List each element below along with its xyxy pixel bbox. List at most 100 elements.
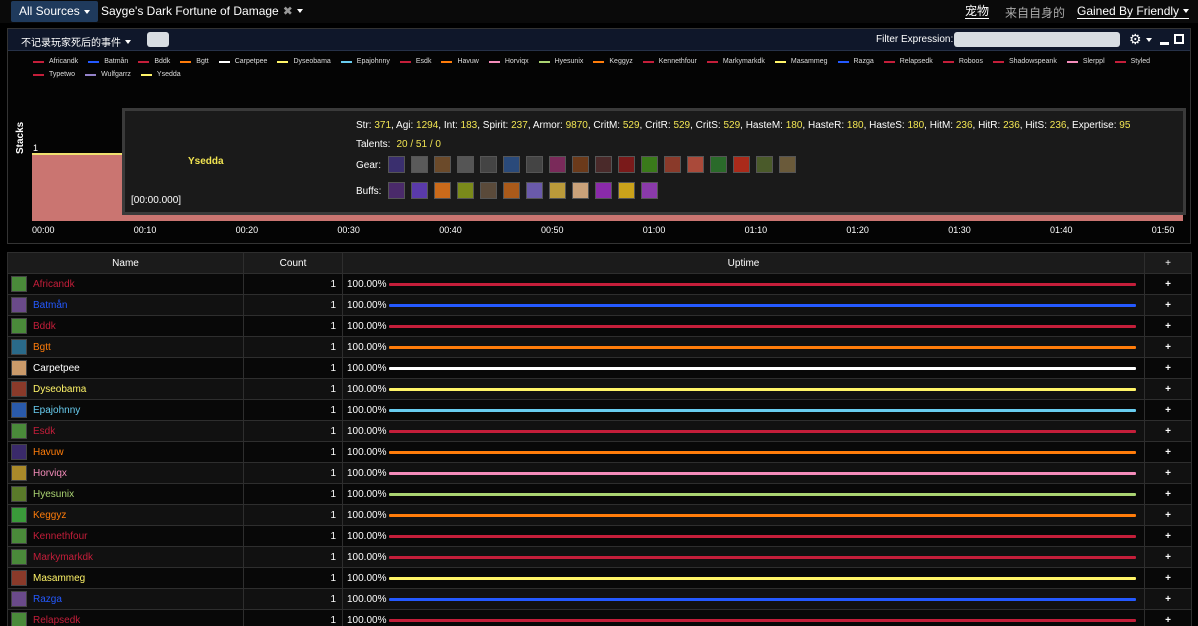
name-cell[interactable]: Markymarkdk xyxy=(7,546,244,568)
player-name[interactable]: Bddk xyxy=(33,321,56,332)
table-row[interactable]: Relapsedk 1 100.00% + xyxy=(7,609,1192,626)
name-cell[interactable]: Epajohnny xyxy=(7,399,244,421)
table-row[interactable]: Africandk 1 100.00% + xyxy=(7,273,1192,295)
legend-item[interactable]: Esdk xyxy=(399,56,431,67)
legend-item[interactable]: Masammeg xyxy=(774,56,828,67)
name-cell[interactable]: Carpetpee xyxy=(7,357,244,379)
expand-button[interactable]: + xyxy=(1144,588,1192,610)
legend-item[interactable]: Epajohnny xyxy=(340,56,390,67)
player-name[interactable]: Carpetpee xyxy=(33,363,80,374)
player-name[interactable]: Relapsedk xyxy=(33,615,80,626)
buff-icon[interactable] xyxy=(549,182,566,199)
player-name[interactable]: Keggyz xyxy=(33,510,66,521)
col-header-uptime[interactable]: Uptime xyxy=(342,252,1145,274)
player-name[interactable]: Dyseobama xyxy=(33,384,86,395)
table-row[interactable]: Dyseobama 1 100.00% + xyxy=(7,378,1192,400)
gear-item-icon[interactable] xyxy=(434,156,451,173)
gear-item-icon[interactable] xyxy=(388,156,405,173)
expand-button[interactable]: + xyxy=(1144,441,1192,463)
name-cell[interactable]: Esdk xyxy=(7,420,244,442)
player-name[interactable]: Bgtt xyxy=(33,342,51,353)
buff-icon[interactable] xyxy=(388,182,405,199)
buff-icon[interactable] xyxy=(618,182,635,199)
gear-item-icon[interactable] xyxy=(687,156,704,173)
buff-icon[interactable] xyxy=(457,182,474,199)
expand-button[interactable]: + xyxy=(1144,567,1192,589)
player-name[interactable]: Hyesunix xyxy=(33,489,74,500)
gear-item-icon[interactable] xyxy=(595,156,612,173)
gear-icon[interactable]: ⚙ xyxy=(1129,31,1142,48)
expand-button[interactable]: + xyxy=(1144,315,1192,337)
buff-icon[interactable] xyxy=(526,182,543,199)
buff-icon[interactable] xyxy=(480,182,497,199)
name-cell[interactable]: Havuw xyxy=(7,441,244,463)
col-header-count[interactable]: Count xyxy=(243,252,343,274)
player-name[interactable]: Esdk xyxy=(33,426,55,437)
name-cell[interactable]: Batmån xyxy=(7,294,244,316)
table-row[interactable]: Bgtt 1 100.00% + xyxy=(7,336,1192,358)
expand-button[interactable]: + xyxy=(1144,525,1192,547)
buff-icon[interactable] xyxy=(572,182,589,199)
buff-icon[interactable] xyxy=(595,182,612,199)
from-self-toggle[interactable]: 来自自身的 xyxy=(1005,4,1065,21)
gear-item-icon[interactable] xyxy=(710,156,727,173)
expand-button[interactable]: + xyxy=(1144,378,1192,400)
expand-button[interactable]: + xyxy=(1144,483,1192,505)
gear-item-icon[interactable] xyxy=(756,156,773,173)
death-filter-dropdown[interactable]: 不记录玩家死后的事件 xyxy=(21,34,131,49)
buff-icon[interactable] xyxy=(641,182,658,199)
expand-button[interactable]: + xyxy=(1144,609,1192,626)
legend-item[interactable]: Africandk xyxy=(33,56,78,67)
legend-item[interactable]: Styled xyxy=(1114,56,1150,67)
expand-button[interactable]: + xyxy=(1144,462,1192,484)
legend-item[interactable]: Slerppl xyxy=(1066,56,1105,67)
col-header-expand[interactable]: + xyxy=(1144,252,1192,274)
gear-item-icon[interactable] xyxy=(526,156,543,173)
buff-icon[interactable] xyxy=(411,182,428,199)
name-cell[interactable]: Razga xyxy=(7,588,244,610)
gained-by-dropdown[interactable]: Gained By Friendly xyxy=(1077,4,1190,19)
buff-icon[interactable] xyxy=(503,182,520,199)
name-cell[interactable]: Dyseobama xyxy=(7,378,244,400)
player-name[interactable]: Masammeg xyxy=(33,573,85,584)
table-row[interactable]: Horviqx 1 100.00% + xyxy=(7,462,1192,484)
expand-button[interactable]: + xyxy=(1144,336,1192,358)
legend-item[interactable]: Ysedda xyxy=(140,69,181,80)
legend-item[interactable]: Hyesunix xyxy=(538,56,583,67)
gear-item-icon[interactable] xyxy=(733,156,750,173)
legend-item[interactable]: Batmån xyxy=(88,56,128,67)
name-cell[interactable]: Bgtt xyxy=(7,336,244,358)
table-row[interactable]: Havuw 1 100.00% + xyxy=(7,441,1192,463)
expand-button[interactable]: + xyxy=(1144,294,1192,316)
legend-item[interactable]: Bddk xyxy=(138,56,170,67)
player-name[interactable]: Epajohnny xyxy=(33,405,80,416)
minimize-icon[interactable] xyxy=(1160,42,1169,45)
legend-item[interactable]: Typetwo xyxy=(33,69,75,80)
player-name[interactable]: Kennethfour xyxy=(33,531,88,542)
expand-button[interactable]: + xyxy=(1144,504,1192,526)
name-cell[interactable]: Horviqx xyxy=(7,462,244,484)
name-cell[interactable]: Keggyz xyxy=(7,504,244,526)
legend-item[interactable]: Razga xyxy=(837,56,874,67)
player-name[interactable]: Batmån xyxy=(33,300,67,311)
table-row[interactable]: Esdk 1 100.00% + xyxy=(7,420,1192,442)
player-name[interactable]: Markymarkdk xyxy=(33,552,93,563)
table-row[interactable]: Razga 1 100.00% + xyxy=(7,588,1192,610)
gear-item-icon[interactable] xyxy=(641,156,658,173)
expand-button[interactable]: + xyxy=(1144,546,1192,568)
table-row[interactable]: Hyesunix 1 100.00% + xyxy=(7,483,1192,505)
legend-item[interactable]: Havuw xyxy=(441,56,479,67)
table-row[interactable]: Keggyz 1 100.00% + xyxy=(7,504,1192,526)
gear-item-icon[interactable] xyxy=(664,156,681,173)
player-name[interactable]: Africandk xyxy=(33,279,75,290)
aura-selector[interactable]: Sayge's Dark Fortune of Damage ✖ xyxy=(101,4,303,18)
toggle-box[interactable] xyxy=(147,32,169,47)
expand-button[interactable]: + xyxy=(1144,357,1192,379)
player-name[interactable]: Havuw xyxy=(33,447,64,458)
gear-item-icon[interactable] xyxy=(618,156,635,173)
maximize-icon[interactable] xyxy=(1174,34,1184,44)
legend-item[interactable]: Horviqx xyxy=(488,56,529,67)
expand-button[interactable]: + xyxy=(1144,399,1192,421)
table-row[interactable]: Markymarkdk 1 100.00% + xyxy=(7,546,1192,568)
legend-item[interactable]: Roboos xyxy=(942,56,983,67)
